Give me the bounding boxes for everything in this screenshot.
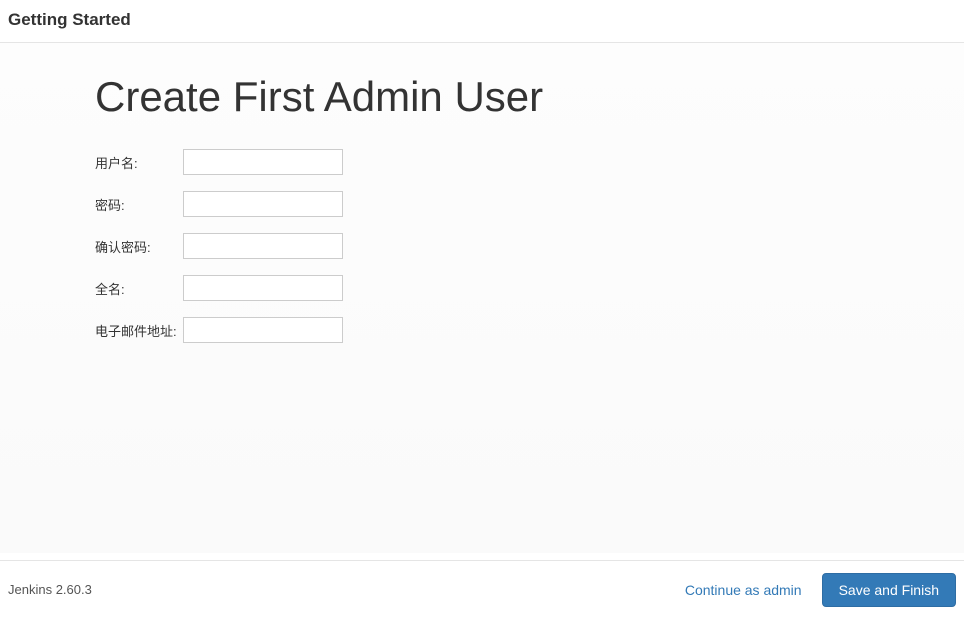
header: Getting Started <box>0 0 964 43</box>
email-input[interactable] <box>183 317 343 343</box>
version-text: Jenkins 2.60.3 <box>8 582 92 597</box>
form-row-username: 用户名: <box>95 149 964 175</box>
username-input[interactable] <box>183 149 343 175</box>
page-title: Create First Admin User <box>95 73 964 121</box>
continue-as-admin-button[interactable]: Continue as admin <box>685 582 802 598</box>
password-input[interactable] <box>183 191 343 217</box>
confirm-password-label: 确认密码: <box>95 237 183 256</box>
password-label: 密码: <box>95 195 183 214</box>
content-area: Create First Admin User 用户名: 密码: 确认密码: 全… <box>0 43 964 553</box>
fullname-label: 全名: <box>95 279 183 298</box>
confirm-password-input[interactable] <box>183 233 343 259</box>
form-row-confirm-password: 确认密码: <box>95 233 964 259</box>
footer-buttons: Continue as admin Save and Finish <box>685 573 956 607</box>
header-title: Getting Started <box>8 10 956 30</box>
email-label: 电子邮件地址: <box>95 321 183 340</box>
form-row-password: 密码: <box>95 191 964 217</box>
fullname-input[interactable] <box>183 275 343 301</box>
form-row-fullname: 全名: <box>95 275 964 301</box>
form-row-email: 电子邮件地址: <box>95 317 964 343</box>
footer: Jenkins 2.60.3 Continue as admin Save an… <box>0 560 964 618</box>
save-and-finish-button[interactable]: Save and Finish <box>822 573 956 607</box>
username-label: 用户名: <box>95 153 183 172</box>
